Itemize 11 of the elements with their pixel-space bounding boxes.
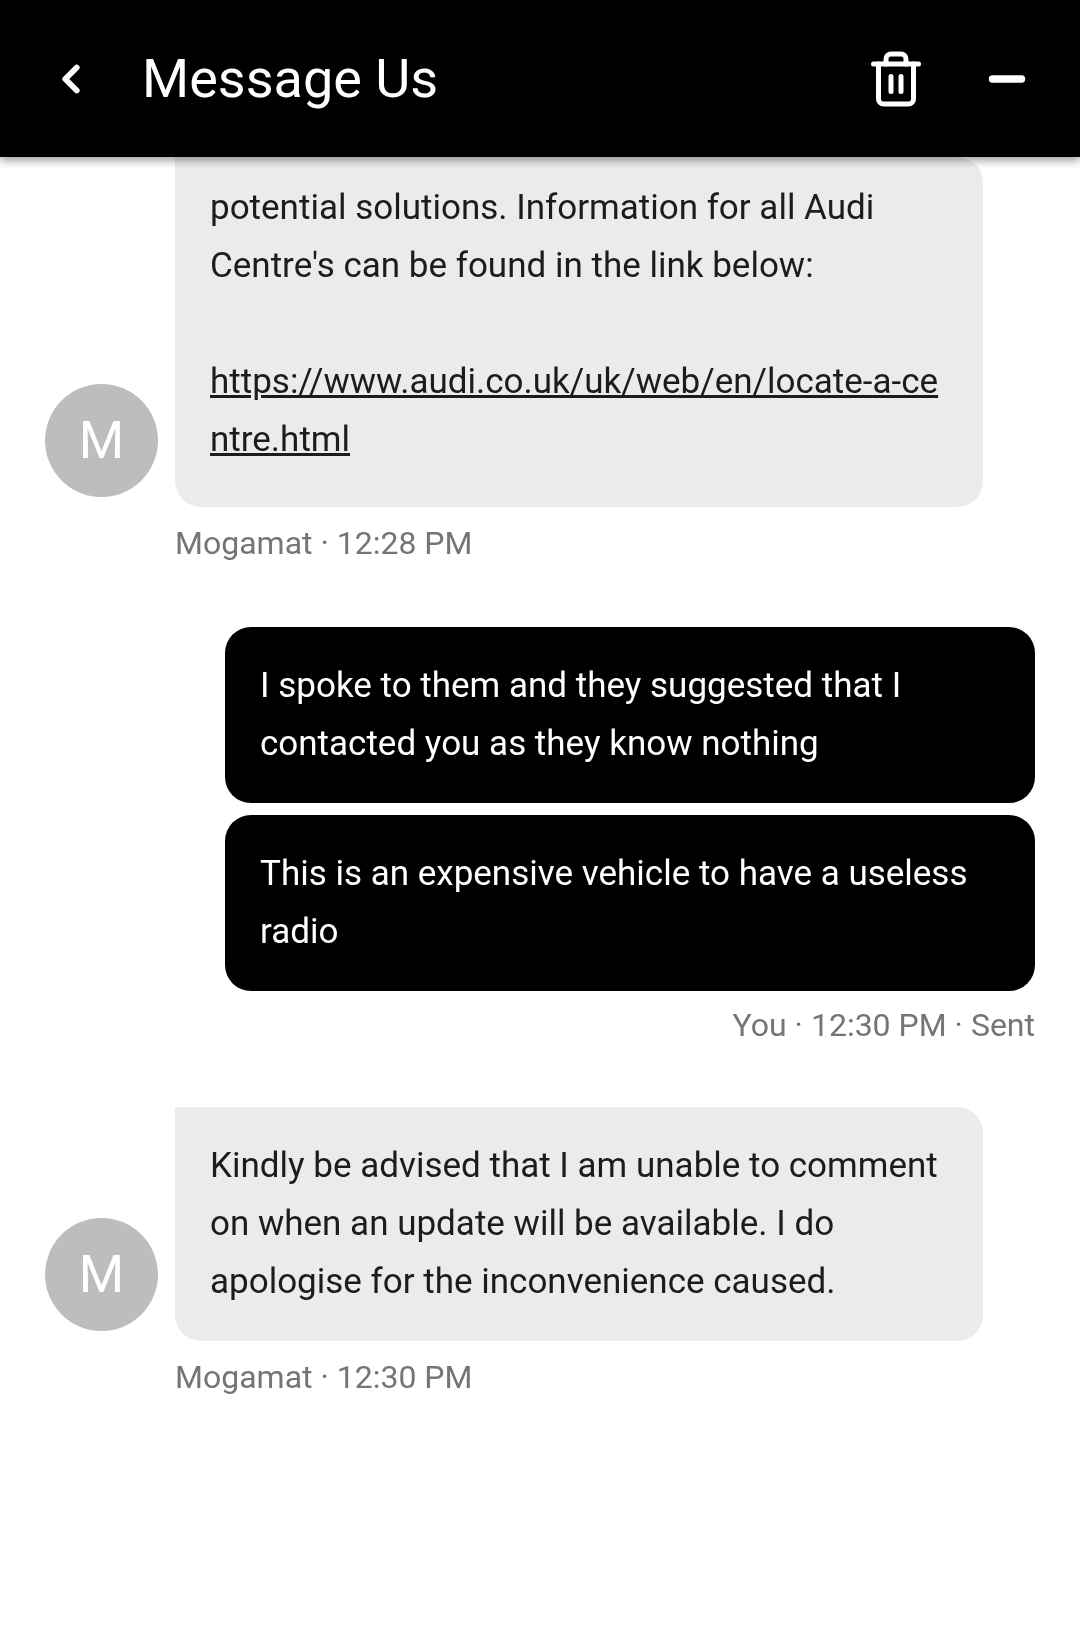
message-text: This is an expensive vehicle to have a useless radio bbox=[260, 852, 969, 954]
message-text: I spoke to them and they suggested that I contacted you as they know nothing bbox=[260, 664, 903, 766]
message-meta: Mogamat · 12:30 PM bbox=[175, 1357, 474, 1398]
message-text: potential solutions. Information for all Audi Centre's can be found in the link below: bbox=[210, 186, 876, 288]
window-title: Message Us bbox=[142, 46, 440, 112]
avatar: M bbox=[45, 384, 158, 497]
avatar: M bbox=[45, 1218, 158, 1331]
link[interactable]: https://www.audi.co.uk/uk/web/en/locate-a-centre.html bbox=[210, 353, 948, 469]
message-meta: Mogamat · 12:28 PM bbox=[175, 523, 474, 564]
message-meta: You · 12:30 PM · Sent bbox=[732, 1005, 1035, 1046]
message-text: Kindly be advised that I am unable to comment on when an update will be available. I do apologise for the inconvenience caused. bbox=[210, 1144, 939, 1304]
